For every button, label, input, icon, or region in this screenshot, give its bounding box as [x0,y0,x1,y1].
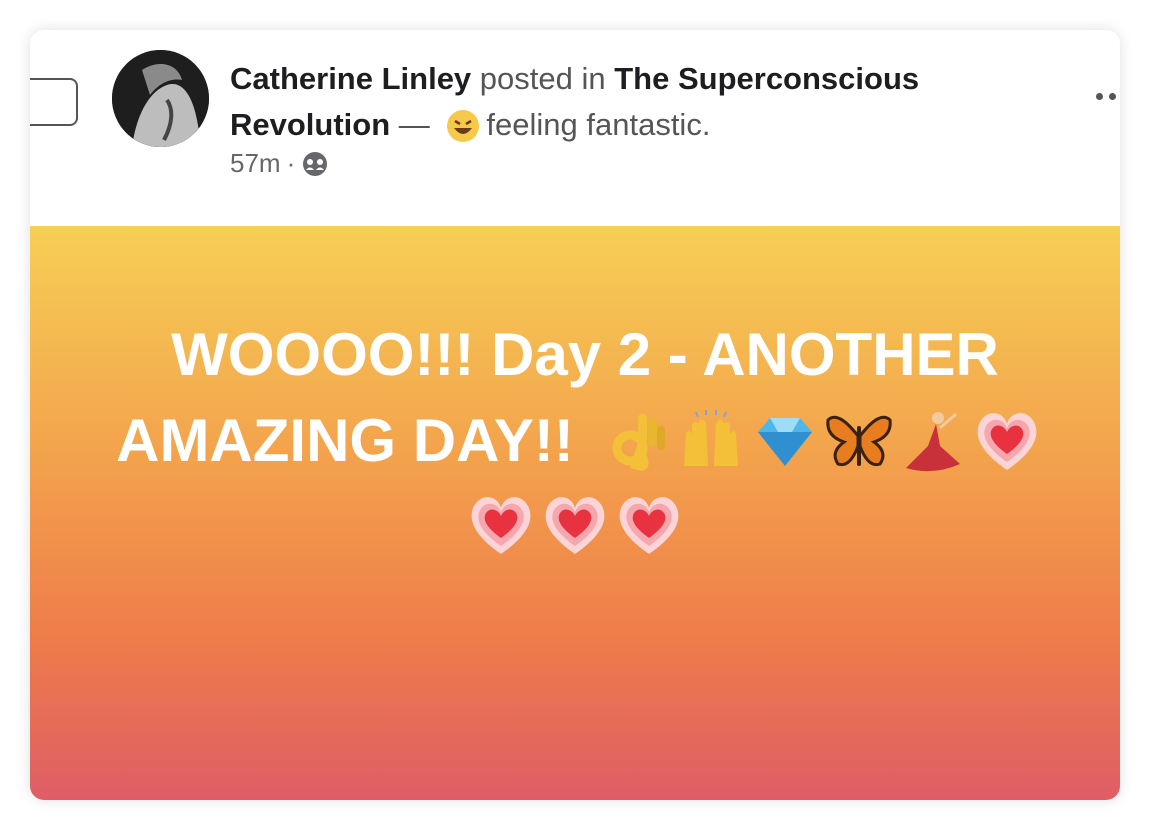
posted-in-label: posted in [471,61,615,96]
status-line-2-text: AMAZING DAY!! [116,407,574,474]
post-header: Catherine Linley posted in The Supercons… [230,56,1060,148]
post-time[interactable]: 57m [230,148,281,179]
butterfly-icon [824,406,894,476]
post-meta: 57m · [230,148,329,179]
heart-icon [540,490,610,560]
ok-hand-icon [602,406,672,476]
more-options-icon [1096,92,1103,100]
dancer-icon [898,406,968,476]
status-line-2: AMAZING DAY!! [30,398,1120,484]
heart-icon [972,406,1042,476]
status-line-3 [30,490,1120,560]
heart-icon [466,490,536,560]
raised-hands-icon [676,406,746,476]
avatar[interactable] [112,50,209,147]
author-name[interactable]: Catherine Linley [230,61,471,96]
dash: — [390,107,439,142]
group-audience-icon [301,150,329,178]
feeling-text: feeling fantastic. [486,107,711,142]
more-options-icon [1109,92,1116,100]
meta-separator: · [286,148,296,178]
gem-icon [750,406,820,476]
post-card: Catherine Linley posted in The Supercons… [30,30,1120,800]
status-line-1: WOOOO!!! Day 2 - ANOTHER [171,321,999,388]
grinning-face-icon [444,106,482,144]
more-options-button[interactable] [1096,86,1120,106]
status-text: WOOOO!!! Day 2 - ANOTHER AMAZING DAY!! [30,312,1120,560]
heart-icon [614,490,684,560]
select-checkbox[interactable] [30,78,78,126]
